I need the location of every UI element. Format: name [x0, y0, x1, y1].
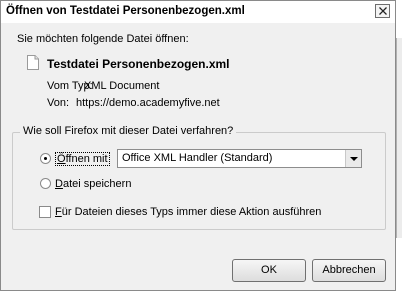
cancel-button[interactable]: Abbrechen — [312, 259, 386, 282]
always-do-mnemonic: F — [55, 206, 62, 218]
file-source-row: Von: https://demo.academyfive.net — [47, 97, 220, 109]
document-icon — [27, 55, 39, 70]
groupbox-legend: Wie soll Firefox mit dieser Datei verfah… — [20, 125, 237, 137]
background-edge — [396, 0, 402, 291]
always-do-checkbox[interactable] — [39, 206, 51, 218]
save-file-label[interactable]: Datei speichern — [55, 178, 131, 190]
file-name: Testdatei Personenbezogen.xml — [47, 57, 230, 71]
open-with-label[interactable]: Öffnen mit — [55, 152, 110, 166]
save-file-text: atei speichern — [62, 178, 132, 190]
window-title: Öffnen von Testdatei Personenbezogen.xml — [6, 5, 245, 17]
title-bar[interactable]: Öffnen von Testdatei Personenbezogen.xml — [1, 1, 395, 23]
chevron-down-icon[interactable] — [345, 150, 361, 167]
ok-button[interactable]: OK — [232, 259, 306, 282]
file-source-value: https://demo.academyfive.net — [76, 97, 220, 109]
close-button[interactable] — [375, 4, 390, 18]
file-type-value: XML Document — [84, 80, 160, 92]
close-icon — [379, 7, 387, 15]
background-window-edge — [396, 38, 402, 238]
open-with-mnemonic: Ö — [57, 153, 66, 165]
open-with-radio[interactable] — [40, 153, 51, 164]
open-with-text: ffnen mit — [65, 153, 108, 165]
always-do-label[interactable]: Für Dateien dieses Typs immer diese Akti… — [55, 206, 321, 218]
save-file-radio[interactable] — [40, 178, 51, 189]
handler-dropdown[interactable]: Office XML Handler (Standard) — [117, 149, 362, 168]
handler-selected-value: Office XML Handler (Standard) — [122, 152, 273, 164]
file-type-row: Vom Typ: XML Document — [47, 80, 159, 92]
intro-text: Sie möchten folgende Datei öffnen: — [17, 33, 189, 45]
file-source-label: Von: — [47, 97, 70, 109]
download-dialog: Öffnen von Testdatei Personenbezogen.xml… — [0, 0, 396, 291]
save-file-mnemonic: D — [55, 178, 63, 190]
always-do-text: ür Dateien dieses Typs immer diese Aktio… — [61, 206, 322, 218]
